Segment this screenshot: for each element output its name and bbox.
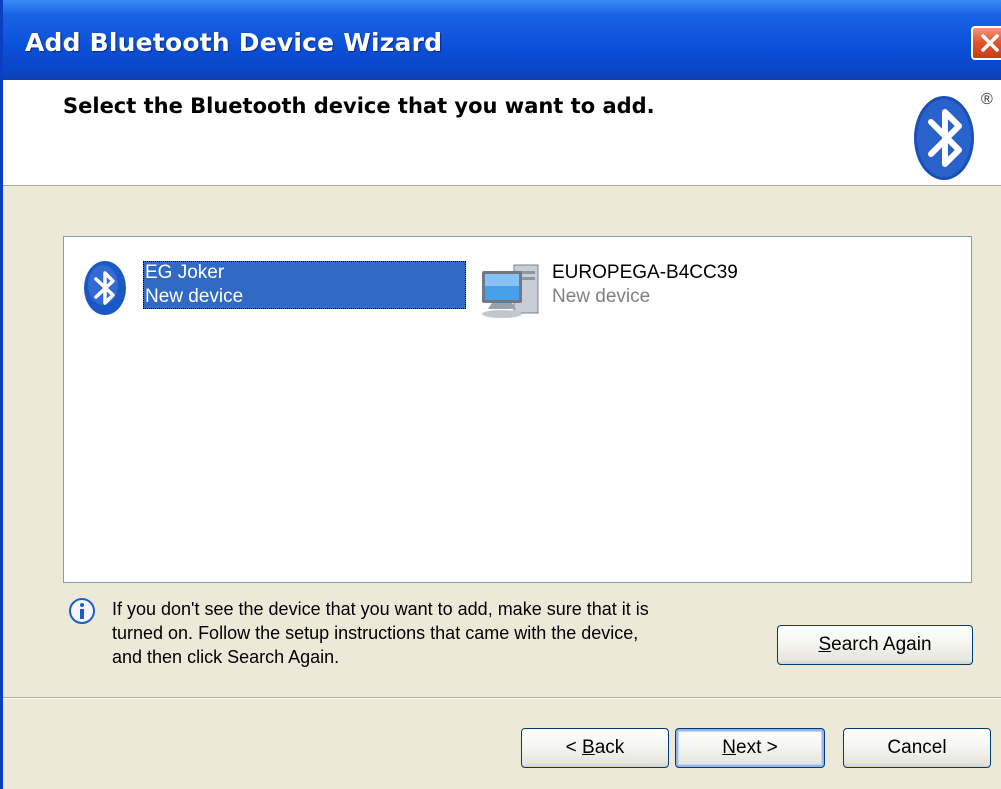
info-message: If you don't see the device that you wan… — [112, 597, 772, 669]
cancel-label: Cancel — [887, 737, 947, 758]
device-status: New device — [552, 286, 651, 307]
bluetooth-device-icon — [84, 261, 126, 315]
separator — [3, 697, 1001, 699]
header-panel: Select the Bluetooth device that you wan… — [3, 80, 1001, 186]
wizard-window: Add Bluetooth Device Wizard Select the B… — [0, 0, 1001, 789]
device-status: New device — [145, 286, 244, 307]
list-item[interactable]: EUROPEGA-B4CC39 New device — [480, 259, 780, 318]
device-label: EUROPEGA-B4CC39 New device — [552, 261, 780, 309]
cancel-button[interactable]: Cancel — [843, 728, 991, 768]
search-again-label: earch Again — [831, 634, 932, 655]
page-heading: Select the Bluetooth device that you wan… — [63, 94, 655, 118]
next-label: ext > — [736, 737, 778, 758]
title-bar[interactable]: Add Bluetooth Device Wizard — [3, 0, 1001, 80]
registered-mark: ® — [981, 91, 993, 108]
info-line: and then click Search Again. — [112, 647, 340, 667]
back-accel: B — [582, 737, 595, 758]
list-item[interactable]: EG Joker New device — [81, 259, 469, 317]
back-label: ack — [594, 737, 625, 758]
back-button[interactable]: < Back — [521, 728, 669, 768]
window-title: Add Bluetooth Device Wizard — [25, 28, 443, 57]
info-line: turned on. Follow the setup instructions… — [112, 623, 639, 643]
bluetooth-logo-icon: ® — [914, 91, 993, 180]
device-name: EUROPEGA-B4CC39 — [552, 262, 738, 283]
back-prefix: < — [565, 737, 583, 758]
info-icon — [69, 598, 95, 624]
device-name: EG Joker — [145, 262, 225, 283]
search-again-accel: S — [818, 634, 832, 655]
device-list[interactable]: EG Joker New device EUROPEGA-B4CC39 New … — [63, 236, 972, 583]
close-icon — [981, 34, 999, 52]
close-button[interactable] — [971, 26, 1001, 60]
next-button[interactable]: Next > — [675, 728, 825, 768]
next-accel: N — [722, 737, 736, 758]
computer-icon — [482, 264, 539, 318]
search-again-button[interactable]: Search Again — [777, 625, 973, 665]
info-line: If you don't see the device that you wan… — [112, 599, 649, 619]
device-label: EG Joker New device — [143, 261, 466, 309]
